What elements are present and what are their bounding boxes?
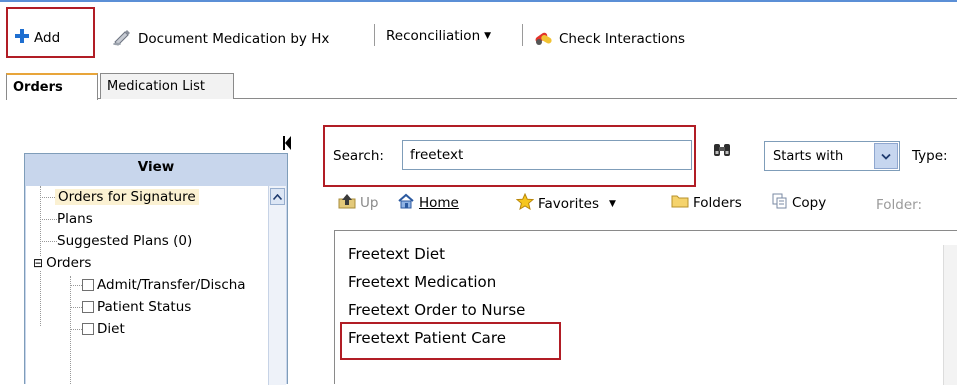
tab-medication-list[interactable]: Medication List <box>100 73 234 99</box>
pills-icon <box>533 28 555 50</box>
checkbox[interactable] <box>82 323 94 335</box>
up-button[interactable]: Up <box>338 193 378 213</box>
tree-guide-line <box>40 219 57 220</box>
binoculars-icon[interactable] <box>712 141 732 163</box>
tree-item-suggested-plans[interactable]: Suggested Plans (0) <box>57 230 192 252</box>
caret-down-icon: ▼ <box>484 31 492 41</box>
result-item-freetext-order-to-nurse[interactable]: Freetext Order to Nurse <box>348 301 525 319</box>
folders-button[interactable]: Folders <box>671 193 742 212</box>
document-medication-label: Document Medication by Hx <box>138 31 330 47</box>
favorites-label: Favorites <box>538 195 599 212</box>
result-highlight <box>340 322 561 360</box>
copy-icon <box>772 193 788 213</box>
tree-item-label: Patient Status <box>97 299 192 315</box>
tree-item-diet[interactable]: Diet <box>82 318 125 340</box>
caret-down-icon: ▼ <box>608 198 616 209</box>
tab-orders[interactable]: Orders <box>6 73 98 100</box>
up-label: Up <box>360 195 379 211</box>
view-header: View <box>137 159 175 175</box>
search-input[interactable]: freetext <box>402 140 692 170</box>
document-pen-icon <box>112 28 134 50</box>
toolbar-separator <box>522 24 523 46</box>
checkbox[interactable] <box>82 279 94 291</box>
result-item-freetext-medication[interactable]: Freetext Medication <box>348 273 496 291</box>
tree-guide-line <box>40 241 57 242</box>
tree-item-label: Plans <box>57 211 93 227</box>
document-medication-button[interactable]: Document Medication by Hx <box>112 28 329 50</box>
reconciliation-dropdown[interactable]: Reconciliation ▼ <box>386 28 491 44</box>
match-mode-select[interactable]: Starts with <box>764 141 900 171</box>
favorites-dropdown[interactable]: Favorites ▼ <box>515 192 616 214</box>
toolbar-separator <box>374 24 375 46</box>
window-top-border <box>0 0 957 2</box>
tree-item-patient-status[interactable]: Patient Status <box>82 296 191 318</box>
tree-guide-line <box>70 329 82 330</box>
home-label: Home <box>419 195 459 211</box>
tree-guide-line <box>70 276 71 385</box>
add-label: Add <box>34 30 61 46</box>
results-list: Freetext Diet Freetext Medication Freete… <box>334 230 957 385</box>
result-item-freetext-diet[interactable]: Freetext Diet <box>348 245 445 263</box>
plus-icon <box>14 28 30 48</box>
folder-label: Folder: <box>876 197 923 213</box>
view-panel: View Orders for Signature Plans Suggeste… <box>24 153 288 385</box>
view-tree: Orders for Signature Plans Suggested Pla… <box>26 186 286 385</box>
tree-item-label: Admit/Transfer/Discha <box>97 277 246 293</box>
tab-orders-label: Orders <box>13 80 63 95</box>
tree-item-orders-for-signature[interactable]: Orders for Signature <box>55 186 199 208</box>
search-label: Search: <box>333 148 384 164</box>
reconciliation-label: Reconciliation <box>386 28 481 44</box>
tab-medication-list-label: Medication List <box>107 79 205 94</box>
tree-item-label: Orders for Signature <box>55 189 199 205</box>
check-interactions-label: Check Interactions <box>559 31 686 47</box>
up-arrow-icon <box>338 193 356 213</box>
home-button[interactable]: Home <box>397 193 459 213</box>
tree-item-label: Orders <box>46 255 92 271</box>
chevron-up-icon <box>272 189 283 204</box>
star-icon <box>515 192 535 214</box>
copy-label: Copy <box>792 195 827 211</box>
match-mode-value: Starts with <box>773 148 844 164</box>
tree-guide-line <box>70 285 82 286</box>
checkbox[interactable] <box>82 301 94 313</box>
copy-button[interactable]: Copy <box>772 193 826 213</box>
folder-icon <box>671 193 689 212</box>
add-button[interactable]: Add <box>14 28 60 48</box>
collapse-panel-icon[interactable] <box>282 134 292 152</box>
chevron-down-icon[interactable] <box>874 143 898 169</box>
type-label: Type: <box>912 148 948 164</box>
tree-item-label: Suggested Plans (0) <box>57 233 193 249</box>
scroll-up-button[interactable] <box>270 188 285 205</box>
search-value: freetext <box>410 147 464 163</box>
tree-item-plans[interactable]: Plans <box>57 208 93 230</box>
collapse-tree-icon[interactable]: ⊟ <box>33 256 44 270</box>
tree-item-orders[interactable]: ⊟ Orders <box>33 252 91 274</box>
home-icon <box>397 193 415 213</box>
tree-scrollbar[interactable] <box>268 186 286 385</box>
tree-item-label: Diet <box>97 321 125 337</box>
tree-guide-line <box>70 307 82 308</box>
check-interactions-button[interactable]: Check Interactions <box>533 28 685 50</box>
folders-label: Folders <box>693 194 742 211</box>
results-scrollbar[interactable] <box>943 245 957 385</box>
tree-item-admit-transfer[interactable]: Admit/Transfer/Discha <box>82 274 246 296</box>
